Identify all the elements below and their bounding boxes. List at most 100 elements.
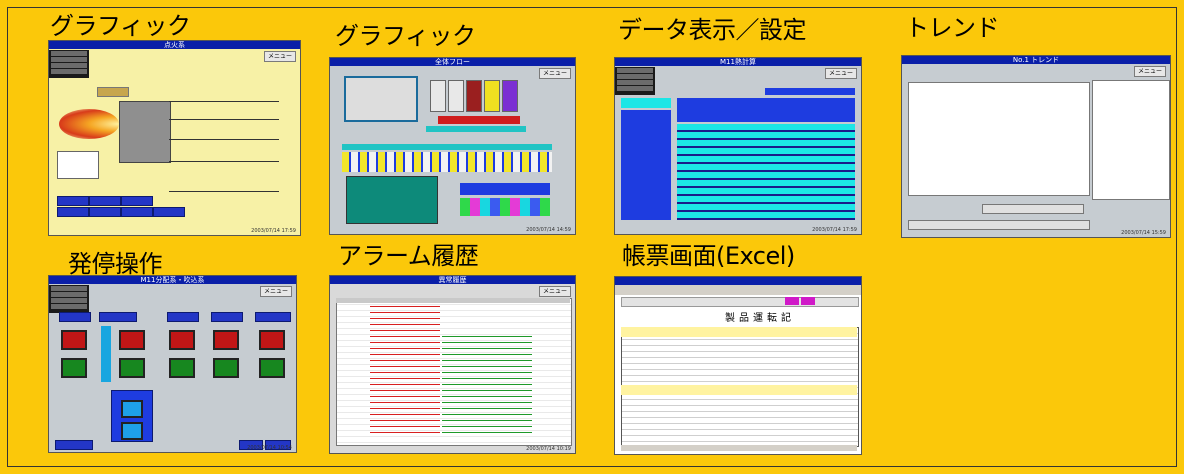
- collage-board: グラフィック グラフィック データ表示／設定 トレンド 発停操作 アラーム履歴 …: [0, 0, 1184, 474]
- group-header-5: [255, 312, 291, 322]
- heat-row-labels: [621, 110, 671, 220]
- ignition-nav-button-3[interactable]: [121, 196, 153, 206]
- caption-graphic-1: グラフィック: [50, 12, 191, 40]
- flow-header-red: [438, 116, 520, 124]
- trend-menu-button[interactable]: メニュー: [1134, 66, 1166, 77]
- ignition-nav-button-4[interactable]: [57, 207, 89, 217]
- ignition-nav-button-1[interactable]: [57, 196, 89, 206]
- flow-tank-3: [466, 80, 482, 112]
- heat-mode-bar: [765, 88, 855, 95]
- valve-open-button[interactable]: [121, 400, 143, 418]
- group-header-4: [211, 312, 243, 322]
- excel-titlebar: [615, 277, 861, 285]
- trend-plot-area: [908, 82, 1090, 196]
- flow-titlebar: 全体フロー: [330, 58, 575, 66]
- ignition-line-1: [169, 101, 279, 102]
- flame-icon: [59, 109, 119, 139]
- trend-scroll-controls[interactable]: [982, 204, 1084, 214]
- alarm-titlebar: 異常履歴: [330, 276, 575, 284]
- flow-sub-panel: [346, 176, 438, 224]
- heat-menu-button[interactable]: メニュー: [825, 68, 857, 79]
- caption-trend: トレンド: [905, 14, 1000, 42]
- run-button-4[interactable]: [213, 330, 239, 350]
- ignition-nav-button-2[interactable]: [89, 196, 121, 206]
- trend-datetime: 2003/07/14 15:59: [1121, 230, 1166, 236]
- ignition-readout-panel: [57, 151, 99, 179]
- ignition-nav-button-5[interactable]: [89, 207, 121, 217]
- stop-button-2[interactable]: [119, 358, 145, 378]
- screenshot-alarm-history[interactable]: 異常履歴 メニュー 2003/07/14 10:19: [329, 275, 576, 454]
- screenshot-ignition[interactable]: 点火系 メニュー 2003/07/14 17:59: [48, 40, 301, 236]
- ignition-status-box: [49, 50, 89, 78]
- run-button-1[interactable]: [61, 330, 87, 350]
- screenshot-overall-flow[interactable]: 全体フロー メニュー 2003/07/14 14:59: [329, 57, 576, 235]
- trend-titlebar: No.1 トレンド: [902, 56, 1170, 64]
- stop-button-1[interactable]: [61, 358, 87, 378]
- flow-tank-4: [484, 80, 500, 112]
- ignition-header-box: [97, 87, 129, 97]
- distribution-status-box: [49, 285, 89, 313]
- ignition-burner-block: [119, 101, 171, 163]
- heat-datetime: 2003/07/14 17:59: [812, 227, 857, 233]
- alarm-red-entries: [370, 306, 440, 436]
- excel-highlight-button-2[interactable]: [801, 297, 815, 305]
- screenshot-excel-report[interactable]: 製品運転記: [614, 276, 862, 455]
- flow-tank-1: [430, 80, 446, 112]
- group-header-3: [167, 312, 199, 322]
- stop-button-4[interactable]: [213, 358, 239, 378]
- excel-button-row[interactable]: [621, 297, 859, 307]
- group-header-2: [99, 312, 137, 322]
- run-button-2[interactable]: [119, 330, 145, 350]
- excel-toolbar[interactable]: [615, 285, 861, 295]
- stop-button-3[interactable]: [169, 358, 195, 378]
- ignition-line-3: [169, 139, 279, 140]
- caption-start-stop: 発停操作: [68, 250, 163, 278]
- standby-indicator: [101, 326, 111, 382]
- heat-value-grid: [677, 124, 855, 220]
- alarm-green-entries: [442, 336, 532, 436]
- screenshot-heat-calc[interactable]: M11熱計算 メニュー 2003/07/14 17:59: [614, 57, 862, 235]
- distribution-datetime: 2003/07/14 10:54: [247, 445, 292, 451]
- excel-report-heading: 製品運転記: [725, 313, 795, 324]
- ignition-menu-button[interactable]: メニュー: [264, 51, 296, 62]
- run-button-5[interactable]: [259, 330, 285, 350]
- stop-button-5[interactable]: [259, 358, 285, 378]
- flow-conveyor-line: [342, 144, 552, 150]
- footer-button-left[interactable]: [55, 440, 93, 450]
- heat-titlebar: M11熱計算: [615, 58, 861, 66]
- flow-hopper-row: [342, 152, 552, 172]
- alarm-datetime: 2003/07/14 10:19: [526, 446, 571, 452]
- heat-column-headers: [677, 98, 855, 122]
- ignition-datetime: 2003/07/14 17:59: [251, 228, 296, 234]
- caption-alarm-history: アラーム履歴: [338, 242, 479, 270]
- run-button-3[interactable]: [169, 330, 195, 350]
- heat-status-box: [615, 67, 655, 95]
- ignition-line-4: [169, 161, 279, 162]
- excel-sheet-tabs[interactable]: [621, 445, 857, 451]
- trend-button-row[interactable]: [908, 220, 1090, 230]
- flow-datetime: 2003/07/14 14:59: [526, 227, 571, 233]
- trend-legend-panel: [1092, 80, 1170, 200]
- distribution-titlebar: M11分配系・吹込系: [49, 276, 296, 284]
- excel-section-header-2: [621, 385, 857, 395]
- flow-tank-2: [448, 80, 464, 112]
- caption-data-setting: データ表示／設定: [618, 16, 807, 44]
- caption-report: 帳票画面(Excel): [622, 242, 795, 270]
- flow-hopper-row-2: [460, 198, 550, 216]
- valve-close-button[interactable]: [121, 422, 143, 440]
- ignition-line-2: [169, 119, 279, 120]
- alarm-log-header: [336, 298, 570, 303]
- excel-section-header-1: [621, 327, 857, 337]
- screenshot-trend[interactable]: No.1 トレンド メニュー 2003/07/14 15:59: [901, 55, 1171, 238]
- screenshot-start-stop[interactable]: M11分配系・吹込系 メニュー 2003/07/14 10:54: [48, 275, 297, 453]
- flow-meter-gauge: [344, 76, 418, 122]
- flow-menu-button[interactable]: メニュー: [539, 68, 571, 79]
- heat-table-header: [621, 98, 671, 108]
- ignition-nav-button-7[interactable]: [153, 207, 185, 217]
- distribution-menu-button[interactable]: メニュー: [260, 286, 292, 297]
- caption-graphic-2: グラフィック: [335, 22, 476, 50]
- ignition-nav-button-6[interactable]: [121, 207, 153, 217]
- excel-highlight-button-1[interactable]: [785, 297, 799, 305]
- group-header-1: [59, 312, 91, 322]
- alarm-menu-button[interactable]: メニュー: [539, 286, 571, 297]
